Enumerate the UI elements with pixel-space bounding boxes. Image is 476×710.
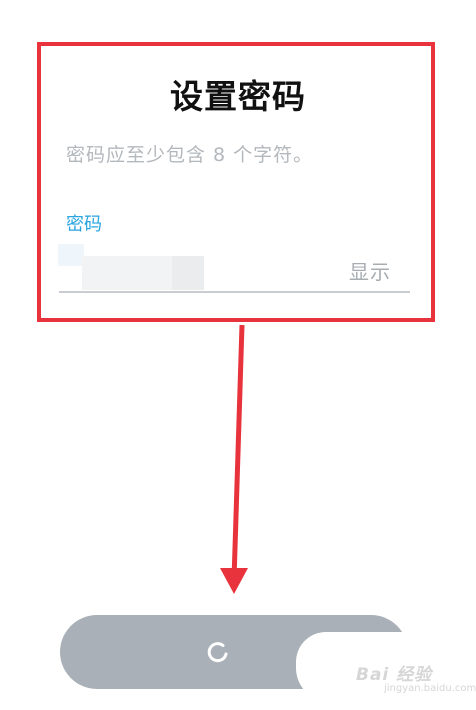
- blurred-input-region: [58, 244, 84, 266]
- annotation-arrow-shaft: [231, 324, 245, 581]
- watermark-url: jingyan.baidu.com: [384, 683, 476, 694]
- blurred-input-region: [172, 256, 204, 290]
- loading-spinner-icon: [207, 642, 228, 663]
- watermark-logo: Bai 经验: [356, 665, 433, 685]
- show-password-toggle[interactable]: 显示: [349, 256, 391, 285]
- annotation-arrow-head: [220, 568, 248, 594]
- dialog-title: 设置密码: [170, 77, 306, 116]
- password-underline: [59, 291, 410, 293]
- password-label: 密码: [66, 214, 102, 235]
- password-hint: 密码应至少包含 8 个字符。: [66, 144, 314, 166]
